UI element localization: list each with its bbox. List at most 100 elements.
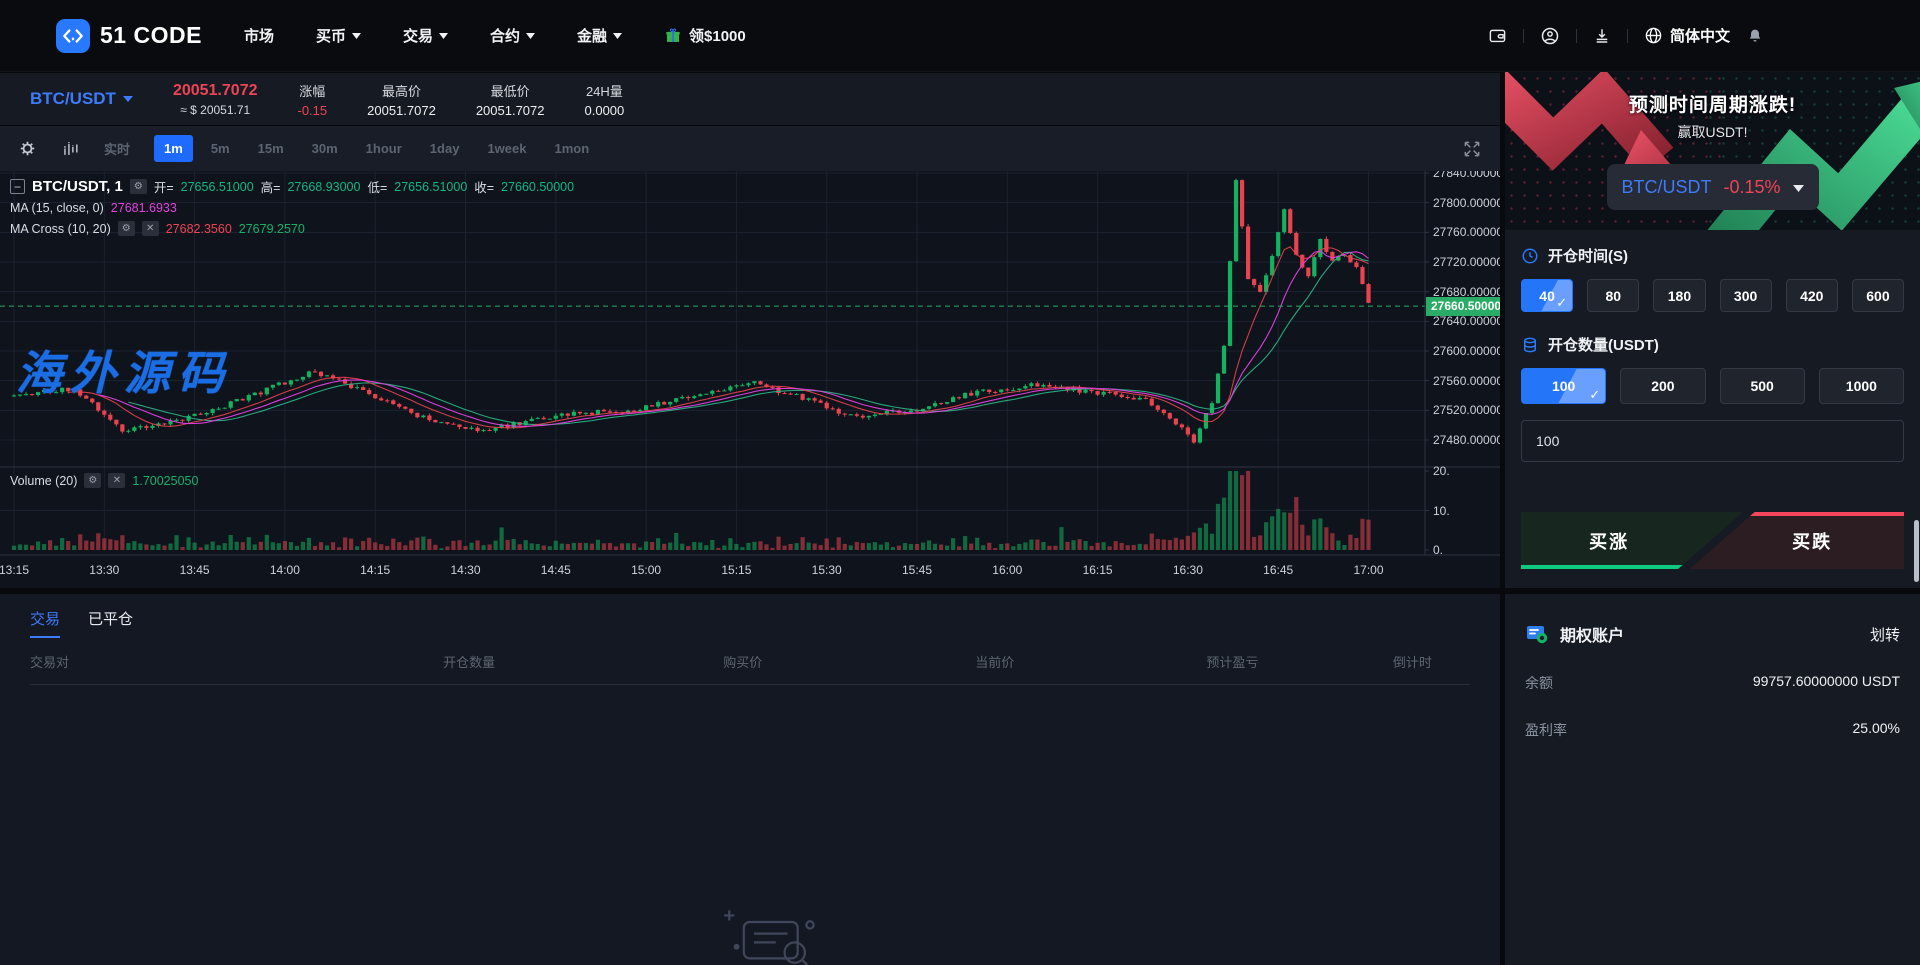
language-label: 简体中文 (1670, 25, 1730, 46)
amount-option-1000[interactable]: 1000✓ (1819, 368, 1904, 404)
gift-bonus-label: 领$1000 (689, 25, 746, 46)
ma-cross-gear-icon[interactable]: ⚙ (118, 221, 135, 236)
time-axis-label: 14:00 (270, 563, 300, 577)
wallet-icon[interactable] (1488, 26, 1507, 45)
column-header-3: 购买价 (606, 652, 880, 671)
legend-gear-icon[interactable]: ⚙ (130, 179, 147, 194)
column-header-5: 预计盈亏 (1110, 652, 1355, 671)
tab-closed[interactable]: 已平仓 (88, 608, 133, 638)
last-price: 20051.7072 (173, 82, 258, 100)
amount-input[interactable] (1521, 420, 1904, 462)
price-tick: 27720.00000 (1433, 255, 1500, 269)
high-value: 20051.7072 (367, 103, 436, 118)
user-icon[interactable] (1540, 26, 1560, 46)
trade-panel: 预测时间周期涨跌! 赢取USDT! BTC/USDT -0.15% 开仓时间(S… (1505, 72, 1920, 588)
timeframe-30m[interactable]: 30m (302, 135, 348, 162)
download-icon[interactable] (1593, 27, 1611, 45)
account-header: 期权账户 划转 (1525, 622, 1900, 646)
indicator-chart-icon[interactable] (61, 139, 80, 158)
navbar-right: 简体中文 (1488, 25, 1764, 46)
nav-item-2[interactable]: 买币 (316, 25, 361, 46)
gift-bonus-button[interactable]: 领$1000 (664, 25, 746, 46)
chevron-down-icon (439, 33, 448, 39)
amount-option-label: 100 (1552, 378, 1575, 394)
tab-trades[interactable]: 交易 (30, 608, 60, 638)
divider (1627, 29, 1628, 43)
transfer-button[interactable]: 划转 (1870, 624, 1900, 645)
column-header-4: 当前价 (880, 652, 1110, 671)
column-header-6: 倒计时 (1355, 652, 1470, 671)
globe-icon (1644, 26, 1663, 45)
ma-cross-title: MA Cross (10, 20) (10, 222, 111, 236)
time-axis-label: 15:45 (902, 563, 932, 577)
timeframe-1mon[interactable]: 1mon (544, 135, 599, 162)
price-tick: 27800.00000 (1433, 196, 1500, 210)
ticker-high: 最高价 20051.7072 (367, 81, 436, 118)
time-axis-label: 16:15 (1083, 563, 1113, 577)
volume-gear-icon[interactable]: ⚙ (84, 473, 101, 488)
nav-item-4[interactable]: 合约 (490, 25, 535, 46)
ohlc-legend-row: − BTC/USDT, 1 ⚙ 开=27656.51000 高=27668.93… (10, 176, 574, 197)
timeframe-15m[interactable]: 15m (248, 135, 294, 162)
open-amount-label-row: 开仓数量(USDT) (1521, 334, 1904, 355)
fullscreen-icon[interactable] (1462, 139, 1482, 159)
timeframe-group: 1m 5m 15m 30m 1hour 1day 1week 1mon (154, 135, 599, 162)
positions-table-header: 交易对开仓数量购买价当前价预计盈亏倒计时 (30, 652, 1470, 685)
pair-selector[interactable]: BTC/USDT (30, 89, 133, 109)
nav-item-1[interactable]: 市场 (244, 25, 274, 46)
volume-close-icon[interactable]: ✕ (108, 473, 125, 488)
chart-canvas[interactable]: − BTC/USDT, 1 ⚙ 开=27656.51000 高=27668.93… (0, 171, 1500, 588)
amount-option-200[interactable]: 200✓ (1620, 368, 1705, 404)
time-option-420[interactable]: 420✓ (1786, 279, 1838, 312)
pair-dropdown[interactable]: BTC/USDT -0.15% (1607, 164, 1819, 210)
chart-toolbar: 实时 1m 5m 15m 30m 1hour 1day 1week 1mon (0, 126, 1500, 171)
timeframe-5m[interactable]: 5m (201, 135, 240, 162)
amount-option-100[interactable]: 100✓ (1521, 368, 1606, 404)
empty-state-icon (700, 906, 840, 965)
brand-logo[interactable]: 51 CODE (56, 19, 202, 53)
volume-tick: 10. (1433, 504, 1450, 518)
chevron-down-icon (613, 33, 622, 39)
time-axis-label: 13:45 (180, 563, 210, 577)
nav-item-label: 买币 (316, 25, 346, 46)
legend-open: 27656.51000 (181, 180, 254, 194)
time-option-80[interactable]: 80✓ (1587, 279, 1639, 312)
legend-high: 27668.93000 (287, 180, 360, 194)
volume-value: 1.70025050 (132, 474, 198, 488)
scrollbar-thumb[interactable] (1914, 520, 1919, 582)
balance-row: 余额 99757.60000000 USDT (1525, 673, 1900, 693)
nav-item-5[interactable]: 金融 (577, 25, 622, 46)
price-tick: 27840.00000 (1433, 171, 1500, 180)
time-option-300[interactable]: 300✓ (1720, 279, 1772, 312)
settings-gear-icon[interactable] (18, 139, 37, 158)
chevron-down-icon (123, 96, 133, 102)
bell-icon[interactable] (1746, 27, 1764, 45)
balance-value: 99757.60000000 USDT (1753, 673, 1900, 693)
time-axis-label: 13:15 (0, 563, 29, 577)
timeframe-1hour[interactable]: 1hour (356, 135, 412, 162)
time-option-180[interactable]: 180✓ (1653, 279, 1705, 312)
volume-legend: Volume (20) ⚙ ✕ 1.70025050 (10, 470, 198, 491)
timeframe-1day[interactable]: 1day (420, 135, 470, 162)
legend-low: 27656.51000 (394, 180, 467, 194)
usd-price: ≈ $ 20051.71 (180, 103, 250, 117)
realtime-mode-button[interactable]: 实时 (104, 139, 130, 158)
time-option-label: 40 (1539, 288, 1555, 304)
language-selector[interactable]: 简体中文 (1644, 25, 1730, 46)
brand-name: 51 CODE (100, 22, 202, 49)
column-header-1: 交易对 (30, 652, 332, 671)
time-option-40[interactable]: 40✓ (1521, 279, 1573, 312)
timeframe-1m[interactable]: 1m (154, 135, 193, 162)
amount-option-500[interactable]: 500✓ (1720, 368, 1805, 404)
column-header-2: 开仓数量 (332, 652, 606, 671)
collapse-legend-icon[interactable]: − (10, 179, 25, 194)
price-tick: 27560.00000 (1433, 374, 1500, 388)
price-tick: 27600.00000 (1433, 344, 1500, 358)
timeframe-1week[interactable]: 1week (477, 135, 536, 162)
nav-item-label: 合约 (490, 25, 520, 46)
time-axis-label: 13:30 (89, 563, 119, 577)
ma-cross-close-icon[interactable]: ✕ (142, 221, 159, 236)
nav-item-3[interactable]: 交易 (403, 25, 448, 46)
open-time-label-row: 开仓时间(S) (1521, 245, 1904, 266)
time-option-600[interactable]: 600✓ (1852, 279, 1904, 312)
